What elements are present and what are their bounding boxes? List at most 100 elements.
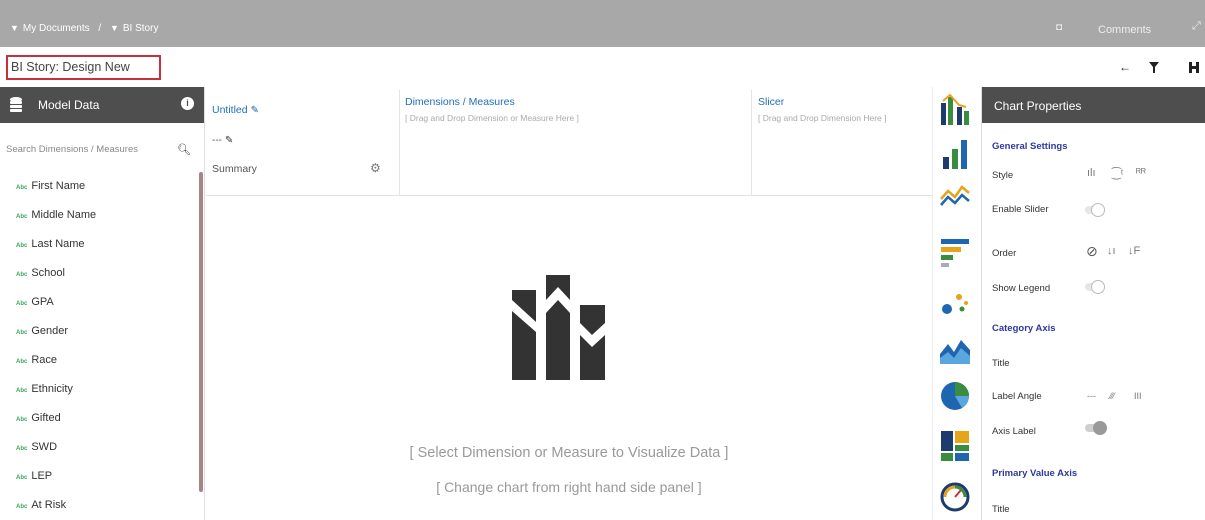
empty-message-secondary: [ Change chart from right hand side pane… bbox=[436, 479, 702, 495]
line-chart-icon[interactable] bbox=[940, 181, 970, 213]
dimensions-dropzone[interactable]: Dimensions / Measures [ Drag and Drop Di… bbox=[400, 90, 752, 196]
axis-label-toggle[interactable] bbox=[1085, 421, 1107, 435]
search-input[interactable]: Search Dimensions / Measures 🔍︎ bbox=[0, 137, 200, 163]
text-type-icon: Abc bbox=[16, 475, 28, 481]
field-label: GPA bbox=[31, 296, 54, 308]
caret-down-icon[interactable]: ▼ bbox=[10, 23, 19, 33]
field-item[interactable]: Abc GPA bbox=[16, 293, 54, 311]
text-type-icon: Abc bbox=[16, 301, 28, 307]
filter-icon[interactable] bbox=[1140, 57, 1168, 77]
field-item[interactable]: Abc School bbox=[16, 264, 65, 282]
edit-pencil-icon[interactable]: ✎ bbox=[225, 135, 233, 146]
order-none-icon[interactable]: ⊘ bbox=[1086, 243, 1098, 260]
save-icon[interactable] bbox=[1180, 57, 1205, 77]
primary-value-axis-header: Primary Value Axis bbox=[992, 468, 1078, 479]
breadcrumb-separator: / bbox=[98, 23, 102, 34]
title-bar: BI Story: Design New ← bbox=[0, 47, 1205, 87]
chart-properties-panel: Chart Properties General Settings Style … bbox=[981, 87, 1205, 520]
gauge-icon[interactable] bbox=[940, 480, 970, 512]
camera-icon[interactable]: ◘ bbox=[1056, 22, 1062, 33]
breadcrumb-current[interactable]: BI Story bbox=[123, 23, 159, 34]
field-item[interactable]: Abc Middle Name bbox=[16, 206, 96, 224]
enable-slider-label: Enable Slider bbox=[992, 204, 1049, 215]
gear-icon[interactable]: ⚙ bbox=[370, 161, 381, 175]
horizontal-bar-icon[interactable] bbox=[940, 237, 970, 269]
treemap-icon[interactable] bbox=[940, 430, 970, 462]
text-type-icon: Abc bbox=[16, 330, 28, 336]
scatter-chart-icon[interactable] bbox=[940, 287, 970, 319]
top-bar: ▼ My Documents / ▼ BI Story ◘ Comments ⤢ bbox=[0, 0, 1205, 47]
empty-message-primary: [ Select Dimension or Measure to Visuali… bbox=[409, 445, 729, 461]
area-chart-icon[interactable] bbox=[940, 334, 970, 366]
field-item[interactable]: Abc LEP bbox=[16, 467, 52, 485]
field-item[interactable]: Abc SWD bbox=[16, 438, 57, 456]
text-type-icon: Abc bbox=[16, 185, 28, 191]
style-stacked-icon[interactable]: ⁐ᵗ bbox=[1112, 167, 1123, 180]
field-item[interactable]: Abc Gifted bbox=[16, 409, 61, 427]
model-data-title: Model Data bbox=[38, 98, 100, 112]
slicer-dropzone[interactable]: Slicer [ Drag and Drop Dimension Here ] bbox=[752, 90, 932, 196]
show-legend-toggle[interactable] bbox=[1085, 280, 1105, 294]
dimensions-hint: [ Drag and Drop Dimension or Measure Her… bbox=[405, 113, 579, 123]
slicer-title: Slicer bbox=[758, 96, 785, 108]
enable-slider-toggle[interactable] bbox=[1085, 203, 1105, 217]
order-label: Order bbox=[992, 248, 1017, 259]
sort-descending-icon[interactable]: ↓F bbox=[1128, 245, 1140, 257]
info-icon[interactable]: i bbox=[181, 97, 194, 110]
style-bar-icon[interactable]: ılı bbox=[1087, 167, 1096, 179]
field-item[interactable]: Abc Ethnicity bbox=[16, 380, 73, 398]
style-label: Style bbox=[992, 170, 1014, 181]
breadcrumb-root[interactable]: My Documents bbox=[23, 23, 90, 34]
search-placeholder: Search Dimensions / Measures bbox=[6, 144, 138, 155]
combo-chart-icon[interactable] bbox=[940, 93, 970, 125]
field-label: School bbox=[31, 267, 65, 279]
axis-label-label: Axis Label bbox=[992, 426, 1036, 437]
sort-ascending-icon[interactable]: ↓ı bbox=[1107, 245, 1116, 257]
slicer-hint: [ Drag and Drop Dimension Here ] bbox=[758, 113, 887, 123]
field-label: Gender bbox=[31, 325, 69, 337]
field-item[interactable]: Abc Gender bbox=[16, 322, 68, 340]
category-title-label: Title bbox=[992, 358, 1010, 369]
field-item[interactable]: Abc At Risk bbox=[16, 496, 66, 514]
field-label: Ethnicity bbox=[31, 383, 73, 395]
text-type-icon: Abc bbox=[16, 359, 28, 365]
chart-subtitle[interactable]: --- bbox=[212, 135, 222, 146]
field-item[interactable]: Abc Race bbox=[16, 351, 57, 369]
search-icon[interactable]: 🔍︎ bbox=[177, 137, 191, 163]
angle-vertical-icon[interactable]: III bbox=[1134, 391, 1142, 401]
model-data-header: Model Data i bbox=[0, 87, 204, 123]
field-label: At Risk bbox=[31, 499, 67, 511]
text-type-icon: Abc bbox=[16, 417, 28, 423]
expand-icon[interactable]: ⤢ bbox=[1192, 20, 1201, 33]
text-type-icon: Abc bbox=[16, 388, 28, 394]
edit-pencil-icon[interactable]: ✎ bbox=[251, 105, 259, 116]
show-legend-label: Show Legend bbox=[992, 283, 1051, 294]
chart-name-column: Untitled ✎ --- ✎ Summary ⚙ bbox=[206, 90, 400, 196]
pie-chart-icon[interactable] bbox=[940, 379, 970, 411]
field-label: Last Name bbox=[31, 238, 85, 250]
field-label: Gifted bbox=[31, 412, 61, 424]
text-type-icon: Abc bbox=[16, 214, 28, 220]
text-type-icon: Abc bbox=[16, 446, 28, 452]
dimensions-title: Dimensions / Measures bbox=[405, 96, 515, 108]
category-axis-header: Category Axis bbox=[992, 323, 1056, 334]
caret-down-icon[interactable]: ▼ bbox=[110, 23, 119, 33]
chart-name[interactable]: Untitled bbox=[212, 104, 248, 116]
text-type-icon: Abc bbox=[16, 272, 28, 278]
bar-chart-icon[interactable] bbox=[940, 137, 970, 169]
field-label: First Name bbox=[31, 180, 86, 192]
label-angle-label: Label Angle bbox=[992, 391, 1042, 402]
angle-diagonal-icon[interactable]: ⁄⁄⁄ bbox=[1110, 391, 1115, 401]
story-title-field[interactable]: BI Story: Design New bbox=[6, 55, 161, 80]
field-label: Middle Name bbox=[31, 209, 97, 221]
angle-horizontal-icon[interactable]: --- bbox=[1087, 391, 1096, 401]
general-settings-header: General Settings bbox=[992, 141, 1068, 152]
back-arrow-icon[interactable]: ← bbox=[1111, 57, 1139, 77]
scrollbar[interactable] bbox=[199, 172, 203, 492]
field-item[interactable]: Abc First Name bbox=[16, 177, 85, 195]
style-percent-icon[interactable]: ᴿᴿ bbox=[1136, 167, 1146, 179]
database-icon bbox=[10, 97, 22, 112]
chart-canvas: [ Select Dimension or Measure to Visuali… bbox=[206, 197, 932, 520]
comments-button[interactable]: Comments bbox=[1098, 24, 1151, 36]
field-item[interactable]: Abc Last Name bbox=[16, 235, 85, 253]
